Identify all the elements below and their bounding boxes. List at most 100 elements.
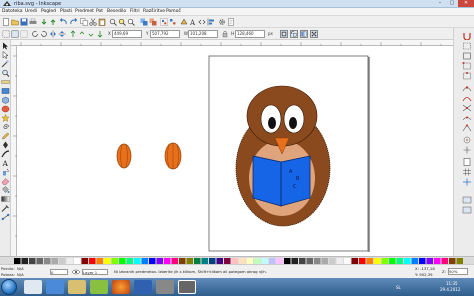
snap-corners-icon[interactable] [462,62,472,70]
calligraphy-icon[interactable] [1,150,10,158]
zoom-selection-icon[interactable] [109,18,117,26]
spiral-icon[interactable] [1,123,10,131]
menu-pomoc[interactable]: Pomoč [166,9,181,14]
text-font-icon[interactable]: A [189,18,197,26]
lock-ratio-icon[interactable] [221,30,229,38]
print-icon[interactable] [29,18,37,26]
pencil-icon[interactable] [1,132,10,140]
width-input[interactable]: 101,208 [188,30,218,38]
snap-smooth-icon[interactable] [462,114,472,122]
flip-vertical-icon[interactable] [58,30,66,38]
tray-language[interactable]: SL [396,285,401,290]
deselect-icon[interactable] [20,30,28,38]
fill-stroke-icon[interactable] [180,18,188,26]
lower-to-bottom-icon[interactable] [96,30,104,38]
lower-icon[interactable] [87,30,95,38]
select-all-layers-icon[interactable] [11,30,19,38]
snap-centers-icon[interactable] [462,136,472,144]
rotate-ccw-icon[interactable] [31,30,39,38]
dropper-icon[interactable] [1,204,10,212]
zoom-field[interactable]: 50% [448,268,468,275]
snap-grid-icon[interactable] [462,168,472,176]
taskbar-app-icon[interactable] [156,280,174,294]
snap-enable-icon[interactable] [462,32,472,40]
new-document-icon[interactable] [2,18,10,26]
menu-uredi[interactable]: Uredi [25,9,37,14]
rotate-cw-icon[interactable] [40,30,48,38]
raise-icon[interactable] [78,30,86,38]
inkscape-taskbar-icon[interactable] [178,280,196,294]
xml-editor-icon[interactable] [198,18,206,26]
snap-midpoints-icon[interactable] [462,72,472,80]
paste-icon[interactable] [98,18,106,26]
duplicate-icon[interactable] [140,18,148,26]
measure-icon[interactable] [1,78,10,86]
group-icon[interactable] [160,18,168,26]
start-button[interactable] [1,279,17,295]
ungroup-icon[interactable] [169,18,177,26]
zoom-icon[interactable] [1,69,10,77]
scale-corners-icon[interactable] [290,30,298,38]
menu-besedilo[interactable]: Besedilo [107,9,126,14]
preferences-icon[interactable] [218,18,226,26]
firefox-icon[interactable] [112,280,130,294]
snap-nodes-icon[interactable] [462,84,472,92]
height-input[interactable]: 128,460 [235,30,265,38]
import-icon[interactable] [40,18,48,26]
maximize-button[interactable]: ▢ [446,0,458,7]
menu-datoteka[interactable]: Datoteka [2,9,23,14]
snap-cusp-icon[interactable] [462,124,472,132]
gradient-icon[interactable] [1,195,10,203]
snap-rotation-center-icon[interactable] [462,146,472,154]
star-icon[interactable] [1,114,10,122]
menu-razsiritve[interactable]: Razširitve [143,9,165,14]
raise-to-top-icon[interactable] [69,30,77,38]
zoom-page-icon[interactable] [127,18,135,26]
move-patterns-icon[interactable] [310,30,318,38]
unit-select[interactable]: px [268,31,273,36]
pen-icon[interactable] [1,141,10,149]
snap-bbox-icon[interactable] [462,42,472,50]
x-input[interactable]: 449,69 [112,30,142,38]
tweak-icon[interactable] [1,60,10,68]
flip-horizontal-icon[interactable] [49,30,57,38]
selector-arrow-icon[interactable] [1,42,10,50]
media-icon[interactable] [90,280,108,294]
folder-icon[interactable] [68,280,86,294]
ellipse-icon[interactable] [1,105,10,113]
minimize-button[interactable]: – [434,0,446,7]
menu-filtri[interactable]: Filtri [130,9,140,14]
snap-page-border-icon[interactable] [462,158,472,166]
snap-paths-icon[interactable] [462,94,472,102]
select-all-icon[interactable] [2,30,10,38]
explorer-icon[interactable] [24,280,42,294]
eraser-icon[interactable] [1,177,10,185]
document-properties-icon[interactable] [227,18,235,26]
tray-time[interactable]: 11:35 [446,281,458,286]
menu-plasti[interactable]: Plasti [60,9,72,14]
move-gradients-icon[interactable] [300,30,308,38]
text-icon[interactable]: A [1,159,10,167]
opacity-field[interactable]: 0 [50,269,68,275]
zoom-drawing-icon[interactable] [118,18,126,26]
internet-explorer-icon[interactable] [46,280,64,294]
clone-icon[interactable] [149,18,157,26]
snap-extra-2-icon[interactable] [462,206,472,214]
3d-box-icon[interactable] [1,96,10,104]
menu-predmet[interactable]: Predmet [75,9,94,14]
snap-bbox-edges-icon[interactable] [462,52,472,60]
drawing-canvas[interactable]: A B C [17,46,453,256]
spray-icon[interactable] [1,168,10,176]
snap-extra-1-icon[interactable] [462,196,472,204]
bucket-icon[interactable] [1,186,10,194]
save-icon[interactable] [20,18,28,26]
export-icon[interactable] [49,18,57,26]
undo-icon[interactable] [60,18,68,26]
snap-guides-icon[interactable] [462,178,472,186]
snap-intersections-icon[interactable] [462,104,472,112]
tray-date[interactable]: 29.4.2012 [440,287,460,292]
rectangle-icon[interactable] [1,87,10,95]
redo-icon[interactable] [69,18,77,26]
copy-icon[interactable] [80,18,88,26]
eye-visibility-icon[interactable] [72,268,80,276]
